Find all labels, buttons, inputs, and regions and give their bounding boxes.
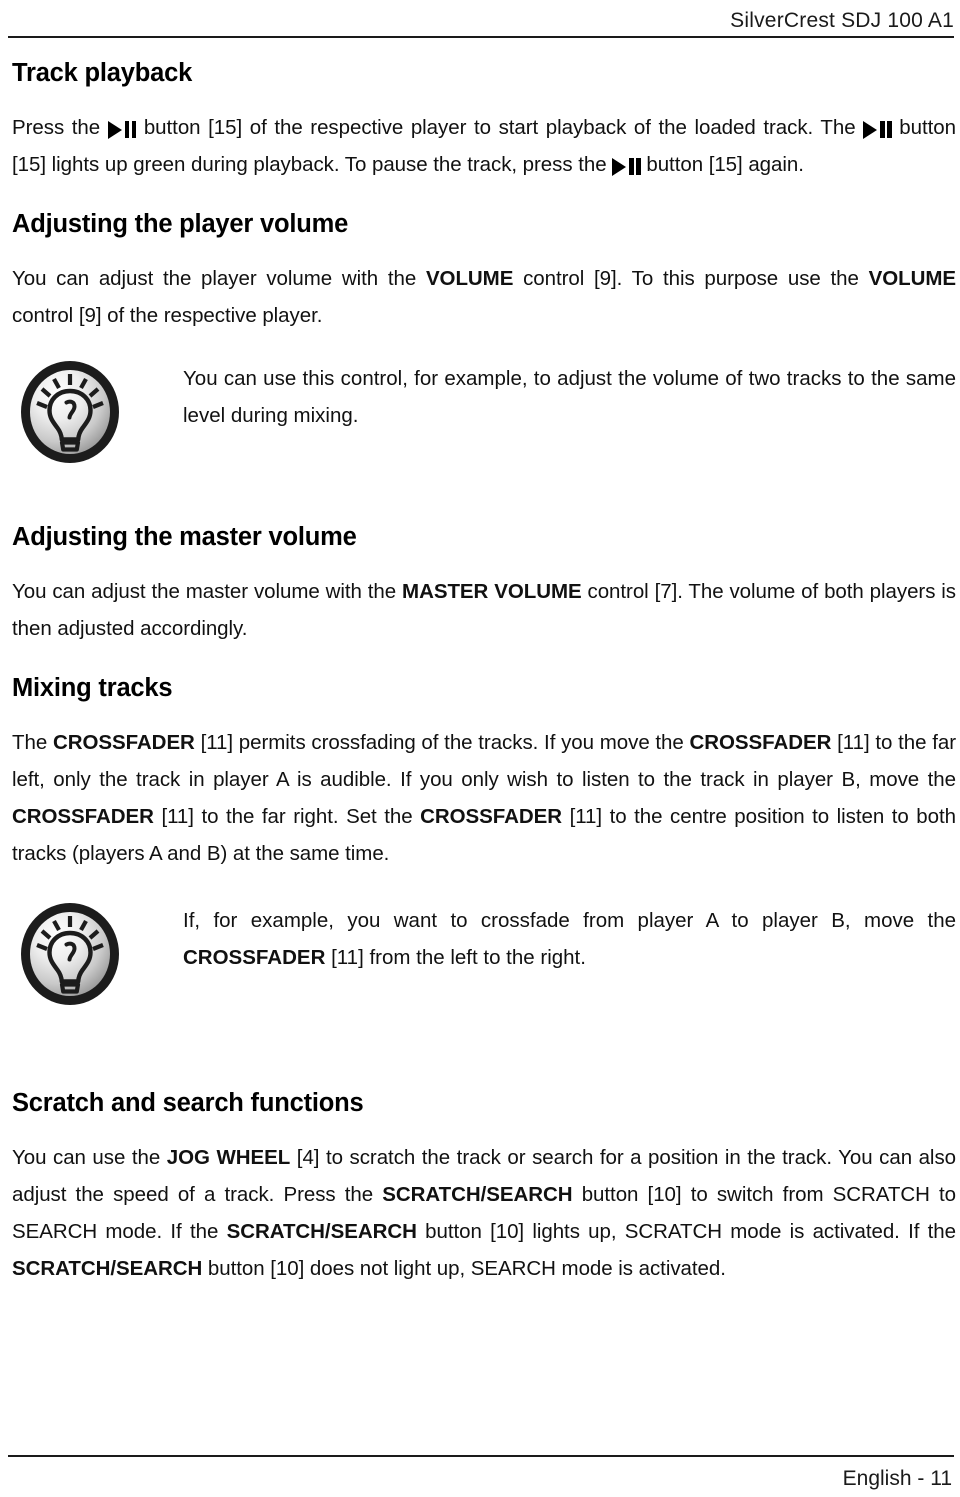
text-run: You can adjust the player volume with th…: [12, 267, 426, 290]
text-run: control [9] of the respective player.: [12, 304, 323, 327]
footer-divider-rule: [8, 1455, 954, 1457]
heading-adjusting-master-volume: Adjusting the master volume: [12, 523, 357, 551]
emphasis-jog-wheel: JOG WHEEL: [166, 1146, 291, 1169]
text-run: You can adjust the master volume with th…: [12, 580, 403, 603]
text-run: button [15] again.: [640, 153, 804, 176]
text-run: button [15] of the respective player to …: [136, 116, 864, 139]
document-content: Track playback Press the button [15] of …: [12, 58, 956, 1287]
paragraph-master-volume: You can adjust the master volume with th…: [12, 573, 956, 647]
text-run: button [10] does not light up, SEARCH mo…: [202, 1257, 726, 1280]
play-pause-glyph: [107, 120, 137, 139]
paragraph-mixing-tracks: The CROSSFADER [11] permits crossfading …: [12, 724, 956, 872]
page-header: SilverCrest SDJ 100 A1: [8, 8, 954, 38]
emphasis-crossfader: CROSSFADER: [689, 731, 832, 754]
header-divider-rule: [8, 36, 954, 38]
play-pause-glyph: [863, 120, 892, 139]
paragraph-track-playback: Press the button [15] of the respective …: [12, 109, 956, 183]
text-run: The: [12, 731, 53, 754]
paragraph-scratch-search: You can use the JOG WHEEL [4] to scratch…: [12, 1139, 956, 1287]
tip-text-player-volume: You can use this control, for example, t…: [183, 367, 956, 427]
heading-adjusting-player-volume: Adjusting the player volume: [12, 210, 349, 238]
text-run: You can use the: [12, 1146, 167, 1169]
text-run: control [9]. To this purpose use the: [513, 267, 869, 290]
document-page: SilverCrest SDJ 100 A1 Track playback Pr…: [0, 0, 960, 1497]
text-run: If, for example, you want to crossfade f…: [183, 909, 956, 932]
emphasis-scratch-search: SCRATCH/SEARCH: [12, 1257, 203, 1280]
emphasis-volume-control: VOLUME: [868, 267, 956, 290]
play-pause-glyph: [612, 157, 641, 176]
footer-page-label: English - 11: [842, 1467, 952, 1490]
text-run: Press the: [12, 116, 108, 139]
emphasis-crossfader: CROSSFADER: [420, 805, 563, 828]
text-run: [11] from the left to the right.: [325, 946, 586, 969]
heading-mixing-tracks: Mixing tracks: [12, 674, 173, 702]
paragraph-player-volume: You can adjust the player volume with th…: [12, 260, 956, 334]
emphasis-crossfader: CROSSFADER: [52, 731, 195, 754]
emphasis-scratch-search: SCRATCH/SEARCH: [226, 1220, 417, 1243]
header-product-title: SilverCrest SDJ 100 A1: [730, 9, 954, 32]
tip-note-player-volume: You can use this control, for example, t…: [12, 360, 956, 464]
lightbulb-tip-icon: [18, 902, 122, 1006]
heading-track-playback: Track playback: [12, 59, 193, 87]
emphasis-master-volume-control: MASTER VOLUME: [402, 580, 582, 603]
tip-note-crossfader: If, for example, you want to crossfade f…: [12, 902, 956, 1006]
text-run: [11] permits crossfading of the tracks. …: [194, 731, 690, 754]
tip-text-crossfader: If, for example, you want to crossfade f…: [183, 902, 956, 976]
emphasis-volume-control: VOLUME: [425, 267, 514, 290]
lightbulb-tip-icon: [18, 360, 122, 464]
emphasis-crossfader: CROSSFADER: [183, 946, 326, 969]
heading-scratch-search-functions: Scratch and search functions: [12, 1089, 364, 1117]
page-footer: English - 11: [8, 1465, 952, 1493]
text-run: [11] to the far right. Set the: [153, 805, 421, 828]
text-run: button [10] lights up, SCRATCH mode is a…: [416, 1220, 956, 1243]
emphasis-crossfader: CROSSFADER: [12, 805, 154, 828]
emphasis-scratch-search: SCRATCH/SEARCH: [382, 1183, 573, 1206]
